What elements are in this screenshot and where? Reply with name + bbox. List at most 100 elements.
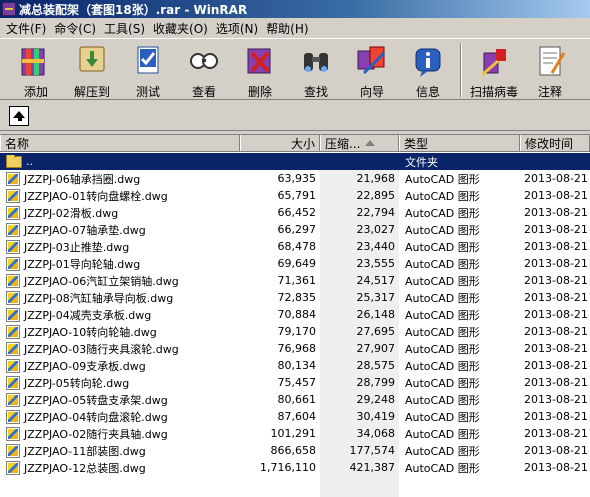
toolbar-button[interactable]: 添加	[8, 39, 64, 99]
cell-size: 866,658	[270, 444, 317, 457]
winrar-app-icon[interactable]	[2, 2, 16, 16]
table-row[interactable]: JZZPJAO-09支承板.dwg 80,134 28,575 AutoCAD 图形 2…	[0, 357, 590, 374]
cell-packed: 421,387	[349, 461, 396, 474]
cell-modified: 2013-08-21 1	[524, 189, 590, 202]
menu-item[interactable]: 选项(N)	[212, 20, 262, 37]
cell-type: AutoCAD 图形	[405, 461, 480, 475]
autocad-file-icon	[6, 375, 20, 390]
table-row[interactable]: .. 文件夹	[0, 153, 590, 170]
table-row[interactable]: JZZPJAO-03随行夹具滚轮.dwg 76,968 27,907 AutoCAD …	[0, 340, 590, 357]
menu-item[interactable]: 命令(C)	[50, 20, 100, 37]
column-header-type[interactable]: 类型	[399, 135, 520, 151]
toolbar-separator	[460, 43, 462, 97]
table-row[interactable]: JZZPJAO-12总装图.dwg 1,716,110 421,387 AutoCAD…	[0, 459, 590, 476]
cell-modified: 2013-08-21 1	[524, 427, 590, 440]
column-header-modified[interactable]: 修改时间	[520, 135, 590, 151]
column-header-size[interactable]: 大小	[240, 135, 320, 151]
autocad-file-icon	[6, 392, 20, 407]
cell-name: JZZPJAO-07轴承垫.dwg	[0, 222, 240, 238]
cell-modified: 2013-08-21 1	[524, 461, 590, 474]
toolbar-button[interactable]: 向导	[344, 39, 400, 99]
cell-modified: 2013-08-21 1	[524, 257, 590, 270]
cell-name: JZZPJ-05转向轮.dwg	[0, 375, 240, 391]
cell-name: JZZPJAO-10转向轮轴.dwg	[0, 324, 240, 340]
toolbar-button[interactable]: 注释	[522, 39, 578, 99]
toolbar-button[interactable]: 删除	[232, 39, 288, 99]
table-row[interactable]: JZZPJ-08汽缸轴承导向板.dwg 72,835 25,317 AutoCAD 图…	[0, 289, 590, 306]
table-row[interactable]: JZZPJ-02滑板.dwg 66,452 22,794 AutoCAD 图形 2013…	[0, 204, 590, 221]
toolbar-button[interactable]: 测试	[120, 39, 176, 99]
toolbar-button[interactable]: 解压到	[64, 39, 120, 99]
autocad-file-icon	[6, 239, 20, 254]
cell-type: AutoCAD 图形	[405, 393, 480, 407]
cell-size: 87,604	[277, 410, 317, 423]
cell-modified: 2013-08-21 1	[524, 308, 590, 321]
menu-item[interactable]: 收藏夹(O)	[149, 20, 212, 37]
cell-packed: 177,574	[349, 444, 396, 457]
cell-type: AutoCAD 图形	[405, 223, 480, 237]
cell-packed: 25,317	[356, 291, 396, 304]
cell-modified: 2013-08-21 1	[524, 410, 590, 423]
toolbar-button-label: 查找	[303, 85, 328, 99]
cell-modified: 2013-08-21 1	[524, 240, 590, 253]
toolbar-button[interactable]: 扫描病毒	[466, 39, 522, 99]
cell-modified: 2013-08-21 1	[524, 291, 590, 304]
cell-type: AutoCAD 图形	[405, 325, 480, 339]
cell-type: AutoCAD 图形	[405, 376, 480, 390]
cell-packed: 30,419	[356, 410, 396, 423]
cell-size: 71,361	[277, 274, 317, 287]
up-folder-button[interactable]	[9, 106, 29, 126]
cell-modified: 2013-08-21 1	[524, 206, 590, 219]
cell-size: 101,291	[270, 427, 317, 440]
table-row[interactable]: JZZPJ-04减壳支承板.dwg 70,884 26,148 AutoCAD 图形 2…	[0, 306, 590, 323]
table-row[interactable]: JZZPJAO-11部装图.dwg 866,658 177,574 AutoCAD 图…	[0, 442, 590, 459]
table-row[interactable]: JZZPJAO-01转向盘螺栓.dwg 65,791 22,895 AutoCAD 图…	[0, 187, 590, 204]
table-row[interactable]: JZZPJAO-02随行夹具轴.dwg 101,291 34,068 AutoCAD …	[0, 425, 590, 442]
cell-type: AutoCAD 图形	[405, 206, 480, 220]
autocad-file-icon	[6, 188, 20, 203]
cell-packed: 22,895	[356, 189, 396, 202]
toolbar-button[interactable]: 查看	[176, 39, 232, 99]
table-row[interactable]: JZZPJAO-06汽缸立架销轴.dwg 71,361 24,517 AutoCAD …	[0, 272, 590, 289]
cell-packed: 21,968	[356, 172, 396, 185]
test-icon	[130, 43, 166, 79]
table-row[interactable]: JZZPJAO-10转向轮轴.dwg 79,170 27,695 AutoCAD 图形…	[0, 323, 590, 340]
table-row[interactable]: JZZPJ-03止推垫.dwg 68,478 23,440 AutoCAD 图形 201…	[0, 238, 590, 255]
cell-packed: 28,799	[356, 376, 396, 389]
add-archive-icon	[18, 43, 54, 79]
cell-packed: 23,440	[356, 240, 396, 253]
cell-name: JZZPJ-06轴承挡圈.dwg	[0, 171, 240, 187]
cell-type: AutoCAD 图形	[405, 444, 480, 458]
cell-size: 1,716,110	[260, 461, 316, 474]
table-row[interactable]: JZZPJ-06轴承挡圈.dwg 63,935 21,968 AutoCAD 图形 20…	[0, 170, 590, 187]
cell-size: 80,134	[277, 359, 317, 372]
menu-item[interactable]: 帮助(H)	[262, 20, 312, 37]
cell-modified: 2013-08-21 1	[524, 172, 590, 185]
cell-size: 79,170	[277, 325, 317, 338]
column-header-name[interactable]: 名称	[0, 135, 240, 151]
autocad-file-icon	[6, 171, 20, 186]
file-list: 名称 大小 压缩... 类型 修改时间 .. 文件夹 JZZPJ-06轴承挡圈.dw…	[0, 134, 590, 497]
menu-item[interactable]: 工具(S)	[100, 20, 149, 37]
column-header-packed[interactable]: 压缩...	[320, 135, 399, 151]
toolbar-button-label: 信息	[415, 85, 440, 99]
toolbar-button-label: 向导	[359, 85, 384, 99]
toolbar-button-label: 扫描病毒	[469, 85, 518, 99]
table-row[interactable]: JZZPJAO-04转向盘滚轮.dwg 87,604 30,419 AutoCAD 图…	[0, 408, 590, 425]
table-row[interactable]: JZZPJAO-07轴承垫.dwg 66,297 23,027 AutoCAD 图形 2…	[0, 221, 590, 238]
cell-size: 72,835	[277, 291, 317, 304]
sort-ascending-icon	[365, 140, 376, 146]
table-row[interactable]: JZZPJ-05转向轮.dwg 75,457 28,799 AutoCAD 图形 201…	[0, 374, 590, 391]
cell-packed: 27,695	[356, 325, 396, 338]
menu-item[interactable]: 文件(F)	[2, 20, 50, 37]
cell-name: JZZPJAO-11部装图.dwg	[0, 443, 240, 459]
cell-name: JZZPJ-02滑板.dwg	[0, 205, 240, 221]
toolbar-button[interactable]: 信息	[400, 39, 456, 99]
cell-packed: 28,575	[356, 359, 396, 372]
cell-name: JZZPJAO-09支承板.dwg	[0, 358, 240, 374]
table-row[interactable]: JZZPJAO-05转盘支承架.dwg 80,661 29,248 AutoCAD 图…	[0, 391, 590, 408]
toolbar-button[interactable]: 查找	[288, 39, 344, 99]
table-row[interactable]: JZZPJ-01导向轮轴.dwg 69,649 23,555 AutoCAD 图形 20…	[0, 255, 590, 272]
autocad-file-icon	[6, 358, 20, 373]
cell-size: 80,661	[277, 393, 317, 406]
